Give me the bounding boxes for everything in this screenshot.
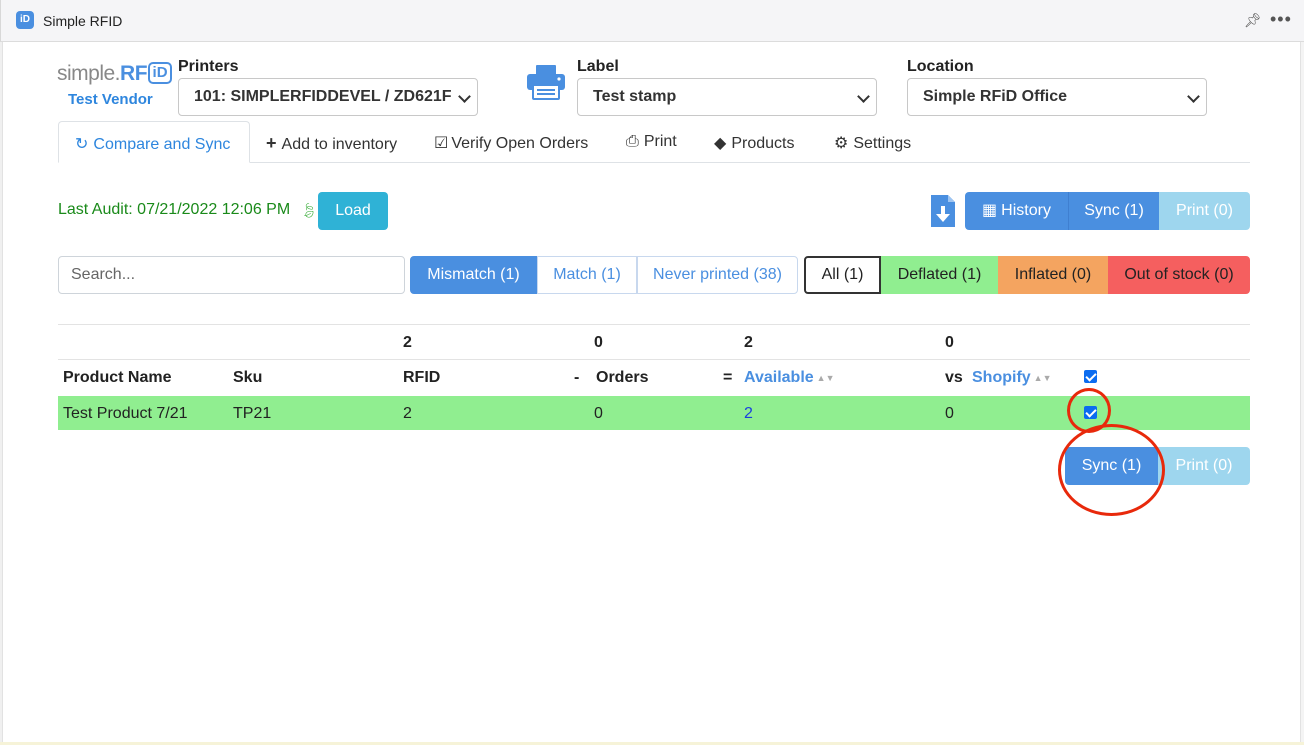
more-icon[interactable]: ••• (1270, 9, 1292, 30)
pin-icon[interactable]: 📌︎ (1244, 12, 1262, 29)
location-select[interactable]: Simple RFiD Office (907, 78, 1207, 116)
vs-operator: vs (945, 369, 963, 386)
sku-cell: TP21 (233, 405, 272, 422)
chevron-down-icon (857, 90, 870, 103)
sync-button[interactable]: Sync (1) (1068, 192, 1159, 230)
total-shopify: 0 (945, 334, 954, 351)
annotation-circle-sync (1058, 424, 1165, 516)
vendor-name: Test Vendor (68, 91, 153, 108)
column-header-rfid: RFID (403, 369, 441, 386)
filter-out-of-stock[interactable]: Out of stock (0) (1108, 256, 1250, 294)
window-titlebar (0, 0, 1304, 42)
window-frame-left (0, 42, 3, 745)
column-header-orders: Orders (596, 369, 649, 386)
simple-rfid-logo: simple.RF iD (57, 62, 173, 88)
tab-settings[interactable]: ⚙ Settings (834, 121, 911, 163)
load-button[interactable]: Load (318, 192, 388, 230)
equals-operator: = (723, 369, 733, 386)
product-name-cell: Test Product 7/21 (63, 405, 188, 422)
tab-compare-and-sync[interactable]: ↻ Compare and Sync (58, 121, 250, 163)
tab-verify-open-orders[interactable]: ☑ Verify Open Orders (434, 121, 588, 163)
window-frame-right (1300, 42, 1304, 745)
download-file-icon[interactable] (929, 194, 957, 228)
filter-all[interactable]: All (1) (804, 256, 881, 294)
printers-selected-value: 101: SIMPLERFIDDEVEL / ZD621F (194, 88, 452, 105)
tag-icon: ◆ (714, 135, 727, 152)
printer-icon (527, 65, 565, 100)
column-header-product-name: Product Name (63, 369, 172, 386)
sort-icon: ▲▼ (1033, 373, 1052, 383)
clipboard-check-icon: ☑ (434, 135, 449, 152)
table-header-divider (58, 359, 1250, 360)
history-button[interactable]: ▦ History (965, 192, 1068, 230)
search-input[interactable]: Search... (58, 256, 405, 294)
printers-select[interactable]: 101: SIMPLERFIDDEVEL / ZD621F (178, 78, 478, 116)
filter-match[interactable]: Match (1) (537, 256, 637, 294)
column-header-sku: Sku (233, 369, 263, 386)
available-link[interactable]: 2 (744, 405, 753, 423)
filter-deflated[interactable]: Deflated (1) (881, 256, 998, 294)
plus-icon: + (266, 133, 277, 153)
label-selected-value: Test stamp (593, 88, 677, 105)
shopify-cell: 0 (945, 405, 954, 422)
total-available: 2 (744, 334, 753, 351)
print-bottom-button[interactable]: Print (0) (1158, 447, 1250, 485)
tab-add-to-inventory[interactable]: + Add to inventory (266, 121, 397, 163)
printer-icon: ⎙ (626, 133, 639, 150)
tab-products[interactable]: ◆ Products (714, 121, 794, 163)
location-selected-value: Simple RFiD Office (923, 88, 1068, 105)
label-select[interactable]: Test stamp (577, 78, 877, 116)
minus-operator: - (574, 369, 580, 386)
gear-icon: ⚙ (834, 135, 849, 152)
tab-print[interactable]: ⎙ Print (626, 121, 677, 163)
filter-inflated[interactable]: Inflated (0) (998, 256, 1108, 294)
select-all-checkbox[interactable] (1084, 370, 1097, 383)
chevron-down-icon (458, 90, 471, 103)
orders-cell: 0 (594, 405, 603, 422)
filter-never-printed[interactable]: Never printed (38) (637, 256, 798, 294)
rfid-cell: 2 (403, 405, 412, 422)
table-divider (58, 324, 1250, 325)
total-rfid: 2 (403, 334, 412, 351)
last-audit-text: Last Audit: 07/21/2022 12:06 PM (58, 201, 291, 218)
sync-icon: ↻ (75, 136, 89, 153)
total-orders: 0 (594, 334, 603, 351)
printers-label: Printers (178, 58, 239, 75)
print-button[interactable]: Print (0) (1159, 192, 1250, 230)
chevron-down-icon (1187, 90, 1200, 103)
column-header-shopify[interactable]: Shopify ▲▼ (972, 369, 1052, 387)
app-icon: iD (16, 11, 34, 29)
window-title: Simple RFID (43, 13, 123, 29)
location-label: Location (907, 58, 974, 75)
calendar-icon: ▦ (982, 202, 998, 219)
label-label: Label (577, 58, 619, 75)
sort-icon: ▲▼ (816, 373, 835, 383)
leaf-icon: 🍃︎ (300, 202, 318, 218)
column-header-available[interactable]: Available ▲▼ (744, 369, 835, 387)
filter-mismatch[interactable]: Mismatch (1) (410, 256, 537, 294)
